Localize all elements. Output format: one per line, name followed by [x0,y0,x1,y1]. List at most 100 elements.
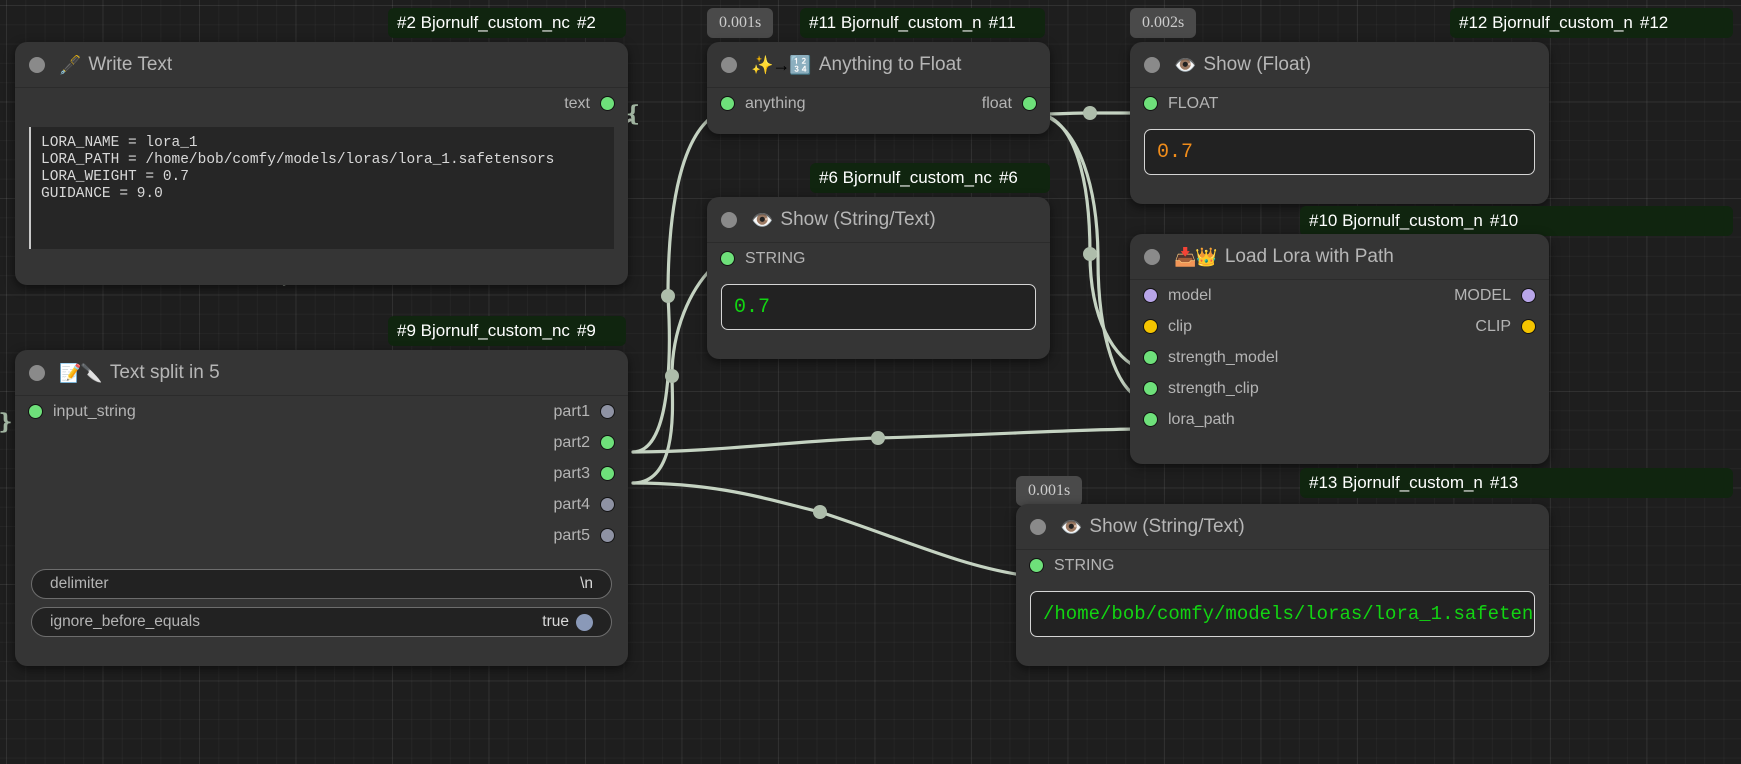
node-12-time-badge: 0.002s [1130,8,1196,38]
input-slot-float[interactable]: FLOAT [1130,88,1549,119]
memo-knife-icon: 📝🔪 [59,364,102,382]
node-12-badge-title: #12 Bjornulf_custom_n [1459,13,1633,33]
node-6-badge-id: #6 [999,168,1018,188]
output-dot-model[interactable] [1522,289,1535,302]
node-9-title-badge: #9 Bjornulf_custom_nc #9 [388,316,626,346]
collapse-toggle-icon[interactable] [29,365,45,381]
node-6-badge-title: #6 Bjornulf_custom_nc [819,168,992,188]
widget-ignore-before-equals-value: true [542,613,569,631]
input-dot-input-string[interactable] [29,405,42,418]
input-label-model: model [1168,287,1212,305]
node-12-title: Show (Float) [1203,54,1311,76]
inbox-crown-icon: 📥👑 [1174,248,1217,266]
toggle-knob-icon[interactable] [576,614,593,631]
node-show-string-6[interactable]: 👁️ Show (String/Text) STRING 0.7 [707,197,1050,359]
collapse-toggle-icon[interactable] [721,212,737,228]
write-text-editor[interactable]: LORA_NAME = lora_1 LORA_PATH = /home/bob… [29,127,614,249]
node-9-row-4[interactable]: part4 [15,489,628,520]
node-10-body: model MODEL clip CLIP strengt [1130,280,1549,435]
node-anything-to-float[interactable]: ✨→🔢 Anything to Float anything float [707,42,1050,134]
output-dot-part4[interactable] [601,498,614,511]
node-2-badge-title: #2 Bjornulf_custom_nc [397,13,570,33]
node-10-row-lora-path[interactable]: lora_path [1130,404,1549,435]
node-13-title: Show (String/Text) [1089,516,1244,538]
output-label-part3: part3 [554,465,590,483]
node-13-badge-title: #13 Bjornulf_custom_n [1309,473,1483,493]
node-9-row-2[interactable]: part2 [15,427,628,458]
output-label-clip: CLIP [1475,318,1511,336]
show-string-value-13[interactable]: /home/bob/comfy/models/loras/lora_1.safe… [1030,591,1535,637]
node-write-text[interactable]: 🖋️ Write Text text LORA_NAME = lora_1 LO… [15,42,628,285]
node-10-title: Load Lora with Path [1225,246,1394,268]
node-6-body: STRING 0.7 [707,243,1050,330]
link-stub-right-node2: ❴ [624,101,642,127]
node-text-split-in-5[interactable]: 📝🔪 Text split in 5 input_string part1 pa… [15,350,628,666]
output-label-float: float [982,95,1012,113]
node-9-row-5[interactable]: part5 [15,520,628,551]
node-11-badge-id: #11 [989,13,1016,33]
output-dot-text[interactable] [601,97,614,110]
input-dot-strength-clip[interactable] [1144,382,1157,395]
node-load-lora-with-path[interactable]: 📥👑 Load Lora with Path model MODEL clip [1130,234,1549,464]
node-show-float[interactable]: 👁️ Show (Float) FLOAT 0.7 [1130,42,1549,204]
node-11-title-bar[interactable]: ✨→🔢 Anything to Float [707,42,1050,88]
node-13-title-bar[interactable]: 👁️ Show (String/Text) [1016,504,1549,550]
node-6-title-badge: #6 Bjornulf_custom_nc #6 [810,163,1050,193]
node-2-title-bar[interactable]: 🖋️ Write Text [15,42,628,88]
link-stub-left-node9: ❵ [0,409,14,435]
node-12-title-bar[interactable]: 👁️ Show (Float) [1130,42,1549,88]
input-dot-float[interactable] [1144,97,1157,110]
output-label-part1: part1 [554,403,590,421]
node-10-row-strength-model[interactable]: strength_model [1130,342,1549,373]
output-label-part2: part2 [554,434,590,452]
collapse-toggle-icon[interactable] [721,57,737,73]
collapse-toggle-icon[interactable] [29,57,45,73]
collapse-toggle-icon[interactable] [1144,249,1160,265]
output-dot-part3[interactable] [601,467,614,480]
output-label-part5: part5 [554,527,590,545]
input-dot-string[interactable] [721,252,734,265]
node-10-row-strength-clip[interactable]: strength_clip [1130,373,1549,404]
input-dot-string-13[interactable] [1030,559,1043,572]
graph-canvas[interactable]: #2 Bjornulf_custom_nc #2 🖋️ Write Text t… [0,0,1741,764]
input-slot-string[interactable]: STRING [707,243,1050,274]
node-10-row-model: model MODEL [1130,280,1549,311]
node-13-exec-time: 0.001s [1028,482,1070,500]
collapse-toggle-icon[interactable] [1144,57,1160,73]
input-label-input-string: input_string [53,403,136,421]
node-show-string-13[interactable]: 👁️ Show (String/Text) STRING /home/bob/c… [1016,504,1549,666]
node-6-title: Show (String/Text) [780,209,935,231]
node-9-badge-title: #9 Bjornulf_custom_nc [397,321,570,341]
widget-delimiter-value[interactable]: \n [580,575,593,593]
input-dot-lora-path[interactable] [1144,413,1157,426]
input-dot-clip[interactable] [1144,320,1157,333]
output-dot-part2[interactable] [601,436,614,449]
output-dot-float[interactable] [1023,97,1036,110]
show-string-value-6[interactable]: 0.7 [721,284,1036,330]
eye-icon: 👁️ [1174,56,1195,74]
node-9-title-bar[interactable]: 📝🔪 Text split in 5 [15,350,628,396]
node-2-body: text LORA_NAME = lora_1 LORA_PATH = /hom… [15,88,628,249]
input-dot-anything[interactable] [721,97,734,110]
widget-ignore-before-equals-value-wrap[interactable]: true [542,613,593,631]
node-11-exec-time: 0.001s [719,14,761,32]
output-label-part4: part4 [554,496,590,514]
output-slot-text[interactable]: text [15,88,628,119]
output-label-text: text [564,95,590,113]
input-dot-model[interactable] [1144,289,1157,302]
output-dot-clip[interactable] [1522,320,1535,333]
collapse-toggle-icon[interactable] [1030,519,1046,535]
widget-delimiter[interactable]: delimiter \n [31,569,612,599]
output-dot-part5[interactable] [601,529,614,542]
node-6-title-bar[interactable]: 👁️ Show (String/Text) [707,197,1050,243]
input-slot-string-13[interactable]: STRING [1016,550,1549,581]
eye-icon: 👁️ [1060,518,1081,536]
input-label-float: FLOAT [1168,95,1218,113]
pen-icon: 🖋️ [59,56,80,74]
output-dot-part1[interactable] [601,405,614,418]
node-10-title-bar[interactable]: 📥👑 Load Lora with Path [1130,234,1549,280]
widget-ignore-before-equals[interactable]: ignore_before_equals true [31,607,612,637]
input-dot-strength-model[interactable] [1144,351,1157,364]
node-9-row-3[interactable]: part3 [15,458,628,489]
show-float-value[interactable]: 0.7 [1144,129,1535,175]
